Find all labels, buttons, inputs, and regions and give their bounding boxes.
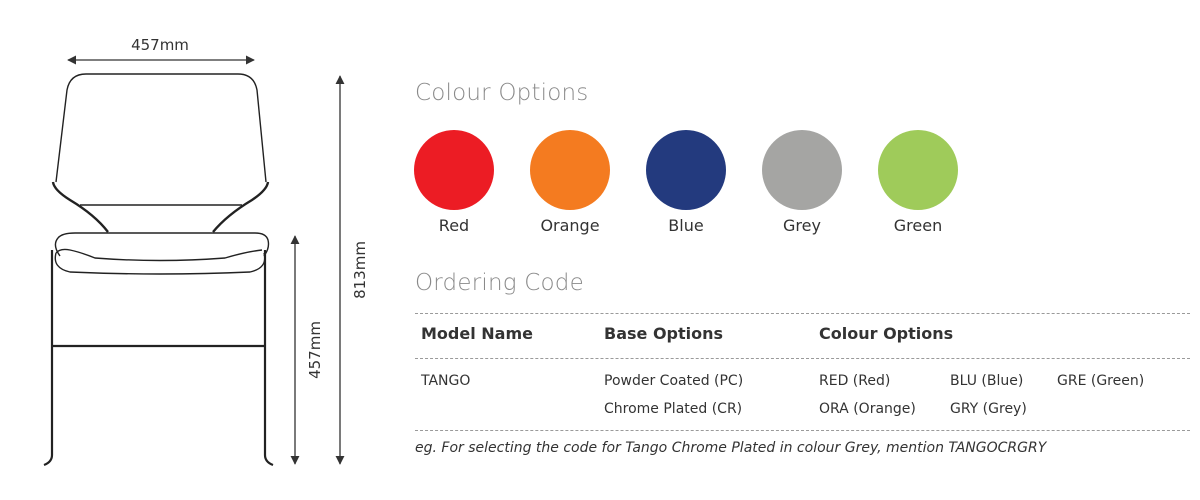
width-label: 457mm	[131, 36, 189, 54]
header-colour-options: Colour Options	[819, 324, 954, 343]
swatch-green: Green	[878, 130, 958, 235]
cell-base-option: Powder Coated (PC)	[604, 373, 744, 389]
total-height-label: 813mm	[351, 241, 369, 299]
table-divider-header	[415, 358, 1190, 359]
chair-frame	[43, 250, 274, 467]
total-height-dimension: 813mm	[335, 75, 369, 465]
swatch-orange: Orange	[530, 130, 610, 235]
swatch-label: Blue	[668, 216, 704, 235]
color-dot	[762, 130, 842, 210]
header-model-name: Model Name	[421, 324, 533, 343]
cell-base-option: Chrome Plated (CR)	[604, 401, 743, 417]
swatch-label: Green	[893, 216, 943, 235]
chair-seat	[54, 232, 270, 275]
swatch-blue: Blue	[646, 130, 726, 235]
header-base-options: Base Options	[604, 324, 724, 343]
swatch-red: Red	[414, 130, 494, 235]
cell-colour-code: GRY (Grey)	[950, 401, 1027, 417]
cell-model: TANGO	[421, 373, 471, 389]
color-dot	[530, 130, 610, 210]
cell-colour-code: GRE (Green)	[1057, 373, 1145, 389]
chair-backrest	[51, 73, 270, 233]
table-divider-bottom	[415, 430, 1190, 431]
swatch-label: Orange	[540, 216, 600, 235]
swatch-grey: Grey	[762, 130, 842, 235]
swatch-label: Red	[438, 216, 470, 235]
color-dot	[646, 130, 726, 210]
chair-drawing: 457mm 457mm 813mm	[43, 36, 369, 467]
table-divider-top	[415, 313, 1190, 314]
cell-colour-code: ORA (Orange)	[819, 401, 916, 417]
swatch-label: Grey	[783, 216, 821, 235]
colour-options-title: Colour Options	[415, 80, 589, 106]
color-dot	[878, 130, 958, 210]
cell-colour-code: RED (Red)	[819, 373, 891, 389]
seat-height-dimension: 457mm	[290, 235, 324, 465]
ordering-example-note: eg. For selecting the code for Tango Chr…	[415, 440, 1047, 456]
width-dimension: 457mm	[67, 36, 255, 65]
color-dot	[414, 130, 494, 210]
seat-height-label: 457mm	[306, 321, 324, 379]
ordering-code-title: Ordering Code	[415, 270, 584, 296]
cell-colour-code: BLU (Blue)	[950, 373, 1024, 389]
